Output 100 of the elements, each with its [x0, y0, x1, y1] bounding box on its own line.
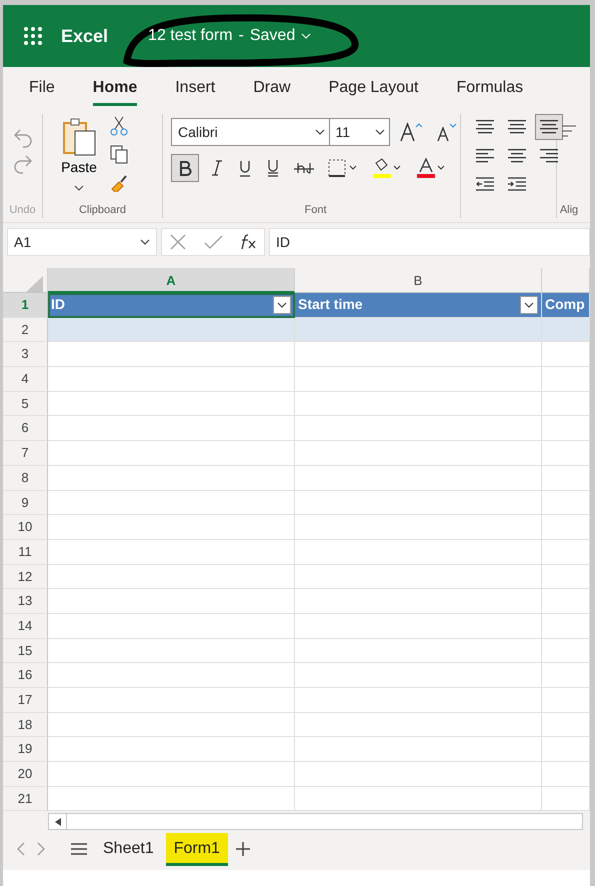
table-cell[interactable] — [48, 441, 295, 466]
table-cell[interactable] — [542, 441, 590, 466]
row-header[interactable]: 6 — [3, 416, 48, 442]
table-cell[interactable] — [295, 638, 542, 664]
table-cell[interactable] — [48, 614, 295, 639]
row-header[interactable]: 3 — [3, 342, 48, 368]
sheet-tab[interactable]: Sheet1 — [95, 832, 162, 866]
row-header[interactable]: 13 — [3, 589, 48, 614]
table-cell[interactable] — [542, 392, 590, 416]
row-header[interactable]: 20 — [3, 762, 48, 787]
table-cell[interactable] — [295, 564, 542, 590]
ribbon-tab[interactable]: Formulas — [438, 67, 544, 108]
table-cell[interactable] — [295, 762, 542, 787]
table-cell[interactable] — [48, 712, 295, 738]
horizontal-scrollbar[interactable] — [48, 813, 583, 830]
table-cell[interactable] — [48, 762, 295, 787]
table-cell[interactable] — [295, 416, 542, 442]
table-cell[interactable] — [48, 416, 295, 442]
table-cell[interactable] — [295, 392, 542, 416]
name-box[interactable]: A1 — [7, 228, 157, 256]
bold-icon[interactable] — [171, 154, 199, 182]
row-header[interactable]: 4 — [3, 367, 48, 392]
table-cell[interactable] — [542, 540, 590, 565]
table-cell[interactable] — [542, 564, 590, 590]
table-cell[interactable] — [48, 466, 295, 490]
table-cell[interactable] — [542, 490, 590, 516]
table-cell[interactable] — [542, 367, 590, 392]
table-cell[interactable] — [295, 712, 542, 738]
table-cell[interactable] — [48, 589, 295, 614]
table-cell[interactable] — [295, 466, 542, 490]
table-cell[interactable] — [295, 367, 542, 392]
function-icon[interactable] — [239, 233, 257, 251]
table-cell[interactable] — [295, 515, 542, 540]
row-header[interactable]: 16 — [3, 663, 48, 688]
ribbon-tab[interactable]: File — [11, 67, 75, 108]
table-cell[interactable] — [48, 564, 295, 590]
row-header[interactable]: 12 — [3, 564, 48, 590]
table-cell[interactable] — [295, 342, 542, 368]
column-header[interactable]: A — [48, 268, 295, 293]
row-header[interactable]: 1 — [3, 293, 48, 318]
table-cell[interactable] — [542, 614, 590, 639]
table-cell[interactable] — [542, 712, 590, 738]
column-header[interactable]: B — [295, 268, 542, 293]
table-cell[interactable] — [542, 638, 590, 664]
table-cell[interactable] — [48, 786, 295, 812]
table-cell[interactable] — [48, 638, 295, 664]
row-header[interactable]: 5 — [3, 392, 48, 416]
table-cell[interactable] — [542, 466, 590, 490]
table-cell[interactable] — [542, 515, 590, 540]
row-header[interactable]: 14 — [3, 614, 48, 639]
table-cell[interactable] — [542, 589, 590, 614]
table-cell[interactable] — [48, 737, 295, 762]
row-header[interactable]: 11 — [3, 540, 48, 565]
table-cell[interactable] — [542, 342, 590, 368]
font-name-dropdown[interactable]: Calibri — [171, 118, 330, 146]
filter-dropdown-button[interactable] — [520, 296, 538, 314]
scroll-left-icon[interactable] — [54, 818, 60, 826]
row-header[interactable]: 15 — [3, 638, 48, 664]
formula-input[interactable]: ID — [269, 228, 590, 256]
table-cell[interactable] — [48, 318, 295, 342]
table-cell[interactable] — [295, 490, 542, 516]
table-cell[interactable] — [295, 589, 542, 614]
filter-dropdown-button[interactable] — [273, 296, 291, 314]
table-cell[interactable] — [295, 540, 542, 565]
paste-button[interactable]: Paste — [59, 114, 99, 194]
enter-icon[interactable] — [203, 233, 223, 251]
table-cell[interactable] — [48, 688, 295, 713]
table-cell[interactable] — [295, 441, 542, 466]
ribbon-tab[interactable]: Home — [74, 67, 158, 108]
ribbon-tab[interactable]: Draw — [235, 67, 311, 108]
table-cell[interactable] — [48, 515, 295, 540]
row-header[interactable]: 18 — [3, 712, 48, 738]
row-header[interactable]: 9 — [3, 490, 48, 516]
row-header[interactable]: 7 — [3, 441, 48, 466]
document-name[interactable]: 12 test form — [148, 24, 233, 48]
table-cell[interactable] — [295, 663, 542, 688]
table-cell[interactable] — [295, 737, 542, 762]
ribbon-tab[interactable]: Page Layout — [310, 67, 438, 108]
table-cell[interactable] — [295, 614, 542, 639]
table-cell[interactable] — [48, 342, 295, 368]
table-cell[interactable] — [542, 688, 590, 713]
row-header[interactable]: 10 — [3, 515, 48, 540]
row-header[interactable]: 21 — [3, 786, 48, 812]
sheet-tab[interactable]: Form1 — [166, 832, 228, 866]
table-cell[interactable] — [542, 786, 590, 812]
table-cell[interactable] — [295, 688, 542, 713]
table-cell[interactable] — [542, 663, 590, 688]
table-cell[interactable] — [48, 490, 295, 516]
app-launcher-icon[interactable] — [21, 24, 45, 48]
ribbon-tab[interactable]: Insert — [157, 67, 236, 108]
table-cell[interactable] — [542, 762, 590, 787]
row-header[interactable]: 8 — [3, 466, 48, 490]
table-cell[interactable] — [542, 416, 590, 442]
table-cell[interactable] — [295, 318, 542, 342]
table-cell[interactable] — [48, 540, 295, 565]
table-cell[interactable] — [48, 367, 295, 392]
cancel-icon[interactable] — [169, 233, 187, 251]
font-size-dropdown[interactable]: 11 — [328, 118, 390, 146]
table-cell[interactable] — [542, 318, 590, 342]
table-cell[interactable] — [542, 737, 590, 762]
